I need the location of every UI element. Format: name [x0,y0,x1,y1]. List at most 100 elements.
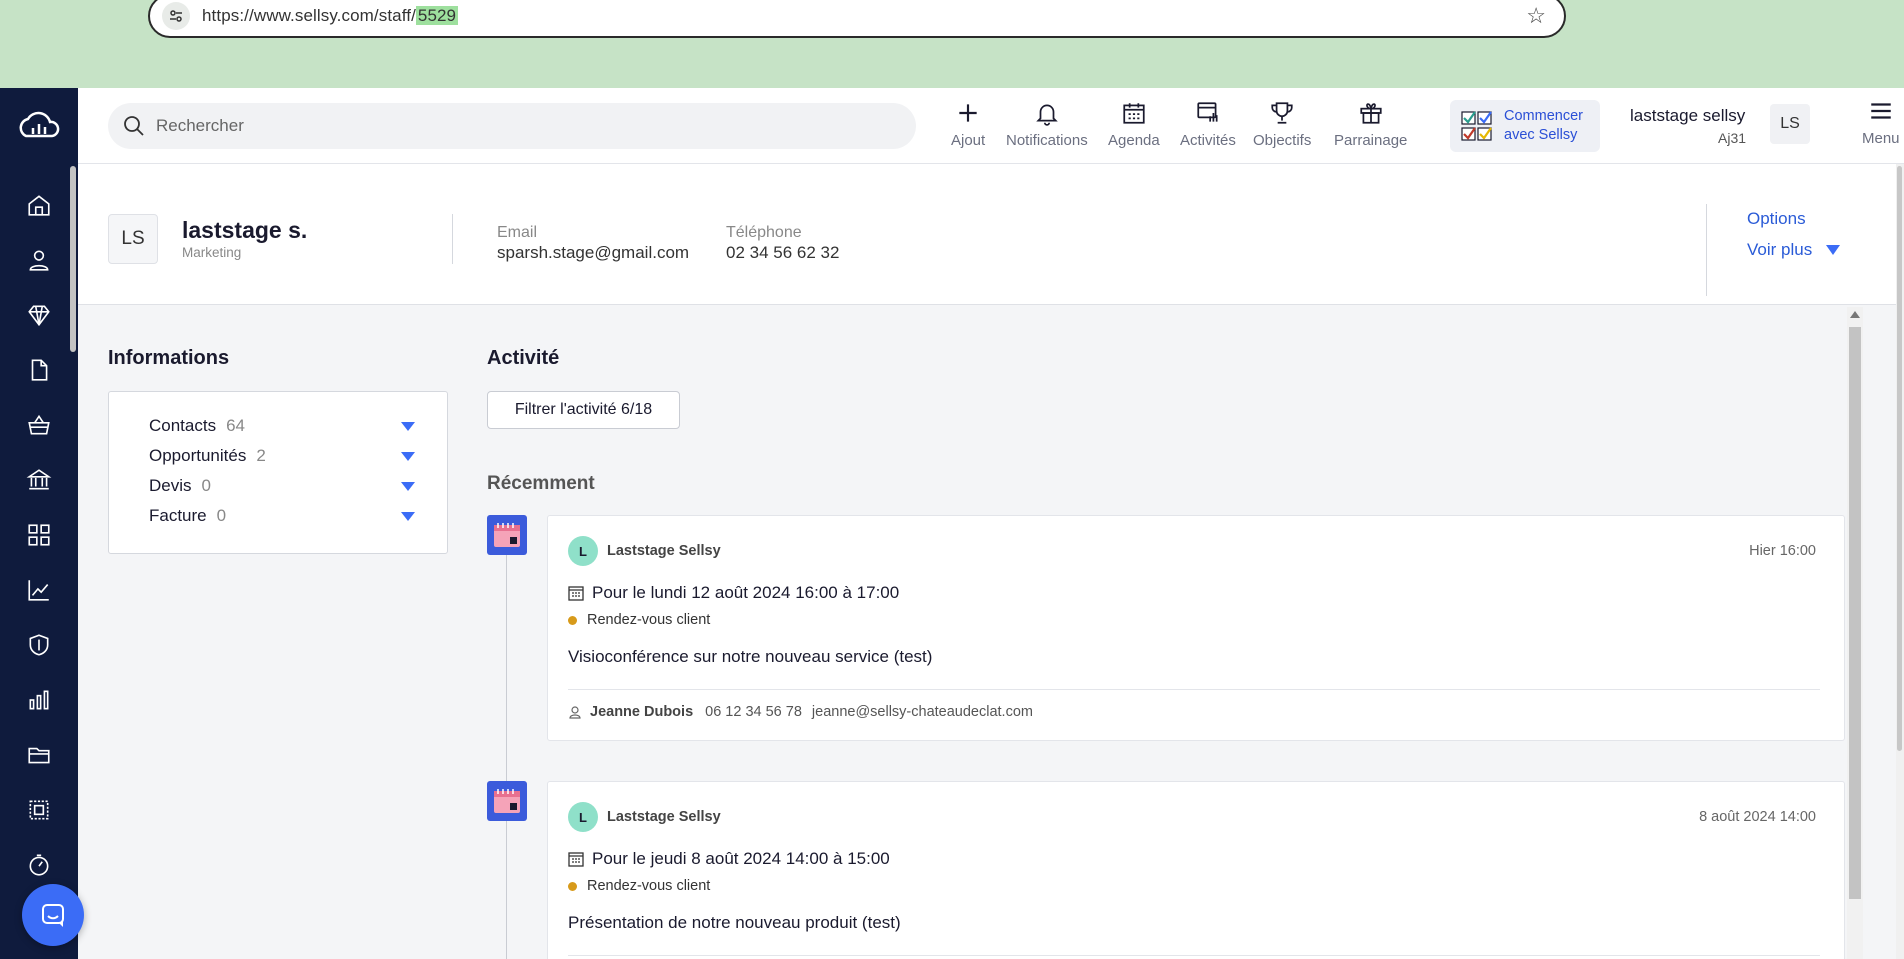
card-author[interactable]: Laststage Sellsy [607,809,721,825]
activity-title: Activité [487,347,560,369]
agenda-label: Agenda [1108,132,1160,149]
type-dot [568,615,577,625]
email-label: Email [497,224,538,241]
notifications-button[interactable]: Notifications [1006,100,1088,149]
trophy-icon [1271,102,1293,124]
expand-arrow-icon[interactable] [401,422,415,431]
activities-icon [1197,102,1218,122]
see-more-label: Voir plus [1747,240,1813,259]
user-name[interactable]: laststage sellsy [1630,106,1745,126]
url-text[interactable]: https://www.sellsy.com/staff/5529 [202,6,1526,26]
objectives-label: Objectifs [1253,132,1312,149]
info-label: Devis [149,476,192,495]
feed-scrollbar-thumb[interactable] [1849,327,1861,899]
bank-icon[interactable] [24,465,54,495]
person-icon [569,706,581,719]
activity-card[interactable]: L Laststage Sellsy 8 août 2024 14:00 Pou… [547,781,1845,959]
info-row-quotes[interactable]: Devis 0 [149,474,419,498]
card-contact: Jeanne Dubois 06 12 34 56 78 jeanne@sell… [568,704,1033,720]
apps-grid-icon[interactable] [24,520,54,550]
card-type: Rendez-vous client [568,878,710,894]
info-count: 64 [226,416,246,435]
informations-panel: Contacts 64 Opportunités 2 Devis 0 Factu… [108,391,448,554]
agenda-button[interactable]: Agenda [1108,100,1160,149]
folder-icon[interactable] [24,740,54,770]
recent-title: Récemment [487,473,595,494]
header-divider [452,214,453,264]
site-settings-icon[interactable] [162,2,190,30]
contact-name[interactable]: Jeanne Dubois [590,704,693,720]
info-row-contacts[interactable]: Contacts 64 [149,414,419,438]
activity-card[interactable]: L Laststage Sellsy Hier 16:00 Pour le lu… [547,515,1845,741]
search-input[interactable]: Rechercher [108,103,916,149]
options-link[interactable]: Options [1747,209,1806,229]
user-code: Aj31 [1718,130,1747,146]
contact-phone[interactable]: 06 12 34 56 78 [705,704,802,720]
gift-icon [1360,103,1382,124]
card-timestamp: Hier 16:00 [1749,543,1816,559]
filter-activity-button[interactable]: Filtrer l'activité 6/18 [487,391,680,429]
page-scrollbar-thumb[interactable] [1897,166,1902,751]
author-avatar: L [568,802,598,832]
card-author[interactable]: Laststage Sellsy [607,543,721,559]
info-label: Facture [149,506,207,525]
contacts-icon[interactable] [24,245,54,275]
email-value[interactable]: sparsh.stage@gmail.com [497,243,689,263]
see-more-link[interactable]: Voir plus [1747,240,1841,260]
add-button[interactable]: Ajout [951,100,985,149]
left-nav [0,88,78,959]
info-count: 0 [216,506,227,525]
activities-button[interactable]: Activités [1180,100,1236,149]
info-row-opportunities[interactable]: Opportunités 2 [149,444,419,468]
checklist-icon [1461,111,1492,141]
meeting-calendar-icon [487,515,527,555]
phone-value[interactable]: 02 34 56 62 32 [726,243,839,263]
nav-scrollbar[interactable] [70,166,76,352]
expand-arrow-icon[interactable] [401,512,415,521]
analytics-chart-icon[interactable] [24,575,54,605]
chat-support-button[interactable] [22,884,84,946]
card-schedule: Pour le lundi 12 août 2024 16:00 à 17:00 [568,583,899,603]
address-bar[interactable]: https://www.sellsy.com/staff/5529 ☆ [148,0,1566,38]
card-type-label: Rendez-vous client [587,878,711,894]
hamburger-menu-icon [1871,103,1891,119]
info-count: 0 [201,476,211,495]
bar-chart-icon[interactable] [24,685,54,715]
objectives-button[interactable]: Objectifs [1253,100,1311,149]
scroll-up-arrow-icon[interactable] [1850,311,1860,318]
author-avatar: L [568,536,598,566]
browser-bar: https://www.sellsy.com/staff/5529 ☆ [0,0,1904,88]
staff-avatar: LS [108,214,158,264]
staff-profile-header: LS laststage s. Marketing Email sparsh.s… [78,164,1896,305]
sellsy-logo[interactable] [14,106,64,146]
expand-arrow-icon[interactable] [401,482,415,491]
search-placeholder: Rechercher [156,116,244,135]
calendar-small-icon [568,586,584,601]
info-label: Contacts [149,416,217,435]
contact-email[interactable]: jeanne@sellsy-chateaudeclat.com [812,704,1033,720]
bookmark-star-icon[interactable]: ☆ [1526,3,1546,29]
referral-button[interactable]: Parrainage [1334,100,1407,149]
card-description: Visioconférence sur notre nouveau servic… [568,647,933,666]
start-with-sellsy-button[interactable]: Commencer avec Sellsy [1450,100,1600,152]
header-divider-right [1706,204,1707,296]
stamp-icon[interactable] [24,795,54,825]
staff-role: Marketing [182,245,242,260]
info-label: Opportunités [149,446,247,465]
user-avatar[interactable]: LS [1770,104,1810,144]
search-icon [124,116,144,136]
card-schedule-text: Pour le jeudi 8 août 2024 14:00 à 15:00 [592,849,890,868]
basket-icon[interactable] [24,410,54,440]
shield-icon[interactable] [24,630,54,660]
expand-arrow-icon[interactable] [401,452,415,461]
document-icon[interactable] [24,355,54,385]
info-row-invoices[interactable]: Facture 0 [149,504,419,528]
info-count: 2 [256,446,266,465]
home-icon[interactable] [24,190,54,220]
add-label: Ajout [951,132,986,149]
menu-button[interactable]: Menu [1862,98,1900,147]
timer-icon[interactable] [24,850,54,880]
card-schedule: Pour le jeudi 8 août 2024 14:00 à 15:00 [568,849,890,869]
diamond-icon[interactable] [24,300,54,330]
card-schedule-text: Pour le lundi 12 août 2024 16:00 à 17:00 [592,583,900,602]
